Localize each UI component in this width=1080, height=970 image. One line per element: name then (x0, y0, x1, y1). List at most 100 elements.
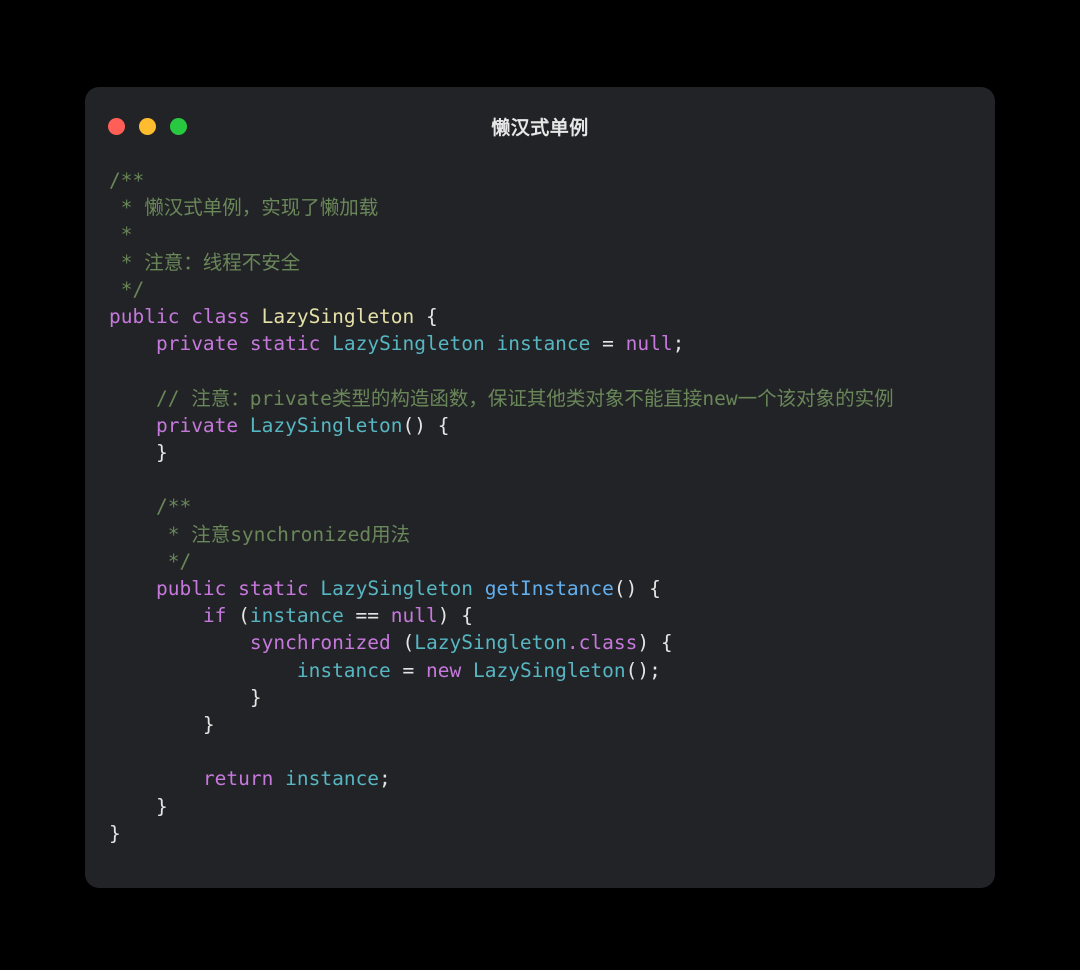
code-token: LazySingleton (320, 577, 473, 601)
code-line: private LazySingleton() { (109, 414, 450, 437)
code-line: private static LazySingleton instance = … (109, 332, 684, 355)
code-token: if (202, 604, 227, 628)
code-token: LazySingleton (414, 631, 567, 655)
code-token: ) { (637, 631, 673, 655)
code-token: } (109, 821, 121, 845)
code-token: } (109, 713, 215, 737)
code-token: ; (379, 767, 391, 791)
code-token: ; (672, 332, 685, 356)
code-line: return instance; (109, 767, 391, 790)
code-token: public (155, 577, 227, 601)
code-line: } (109, 441, 168, 464)
code-line: public class LazySingleton { (109, 305, 438, 328)
code-token: * (109, 223, 133, 247)
code-token: { (414, 305, 438, 329)
code-line: if (instance == null) { (109, 604, 473, 627)
code-block[interactable]: /** * 懒汉式单例，实现了懒加载 * * 注意：线程不安全 */ publi… (109, 167, 995, 847)
code-token: } (109, 441, 168, 465)
code-token: new (426, 658, 462, 682)
code-token: ( (226, 604, 250, 628)
code-line: */ (109, 277, 145, 301)
code-token: ) { (437, 604, 473, 628)
code-token: class (191, 305, 250, 329)
code-token: = (590, 332, 626, 356)
code-line: * 注意：线程不安全 (109, 250, 301, 274)
code-token: } (109, 685, 262, 709)
code-line: synchronized (LazySingleton.class) { (109, 631, 673, 654)
code-token: LazySingleton (472, 658, 626, 682)
code-line: instance = new LazySingleton(); (109, 659, 661, 682)
code-line: * 注意synchronized用法 (109, 523, 410, 546)
code-token: getInstance (484, 577, 614, 601)
code-token: synchronized (249, 631, 391, 655)
code-token: instance (496, 332, 591, 356)
code-token: private (155, 332, 239, 356)
code-token: * 注意：线程不安全 (109, 250, 301, 274)
code-token: * 注意synchronized用法 (155, 522, 411, 546)
code-token: == (343, 604, 391, 628)
code-token: ( (390, 631, 415, 655)
code-line: } (109, 795, 168, 818)
code-token: */ (109, 277, 145, 301)
code-token: LazySingleton (249, 413, 403, 437)
code-token: .class (566, 631, 638, 655)
code-line: */ (109, 549, 192, 573)
window-title: 懒汉式单例 (491, 117, 589, 139)
code-token: } (109, 794, 168, 818)
code-token: null (625, 332, 673, 356)
code-token: = (390, 658, 426, 682)
code-line: * 懒汉式单例，实现了懒加载 (109, 196, 379, 220)
code-token: private (155, 413, 239, 437)
code-token: LazySingleton (261, 305, 415, 329)
code-token: */ (155, 549, 192, 573)
page-root: 懒汉式单例 /** * 懒汉式单例，实现了懒加载 * * 注意：线程不安全 */… (0, 0, 1080, 970)
code-line: } (109, 686, 262, 709)
code-token: null (390, 604, 438, 628)
code-line: } (109, 713, 215, 736)
code-line: // 注意：private类型的构造函数，保证其他类对象不能直接new一个该对象… (109, 387, 894, 410)
code-token: (); (625, 658, 661, 682)
code-token: * 懒汉式单例，实现了懒加载 (109, 196, 379, 220)
code-token: static (249, 332, 321, 356)
code-token: public (109, 305, 180, 329)
window-titlebar: 懒汉式单例 (85, 87, 995, 163)
code-token: instance (296, 658, 391, 682)
code-token: () { (613, 577, 661, 601)
code-window-card: 懒汉式单例 /** * 懒汉式单例，实现了懒加载 * * 注意：线程不安全 */… (85, 87, 995, 888)
code-token: /** (155, 495, 192, 519)
code-line: /** (109, 495, 191, 518)
code-token: // 注意：private类型的构造函数，保证其他类对象不能直接new一个该对象… (155, 386, 894, 410)
code-token: return (202, 767, 274, 791)
code-line: } (109, 822, 121, 845)
code-token: () { (402, 413, 450, 437)
code-line: /** (109, 169, 144, 192)
code-token: static (238, 577, 309, 601)
code-token: instance (285, 767, 380, 791)
code-token: instance (249, 604, 344, 628)
code-token: LazySingleton (332, 332, 485, 356)
code-line: public static LazySingleton getInstance(… (109, 577, 661, 600)
code-line: * (109, 223, 133, 247)
code-area: /** * 懒汉式单例，实现了懒加载 * * 注意：线程不安全 */ publi… (85, 167, 995, 847)
code-token: /** (109, 169, 145, 192)
